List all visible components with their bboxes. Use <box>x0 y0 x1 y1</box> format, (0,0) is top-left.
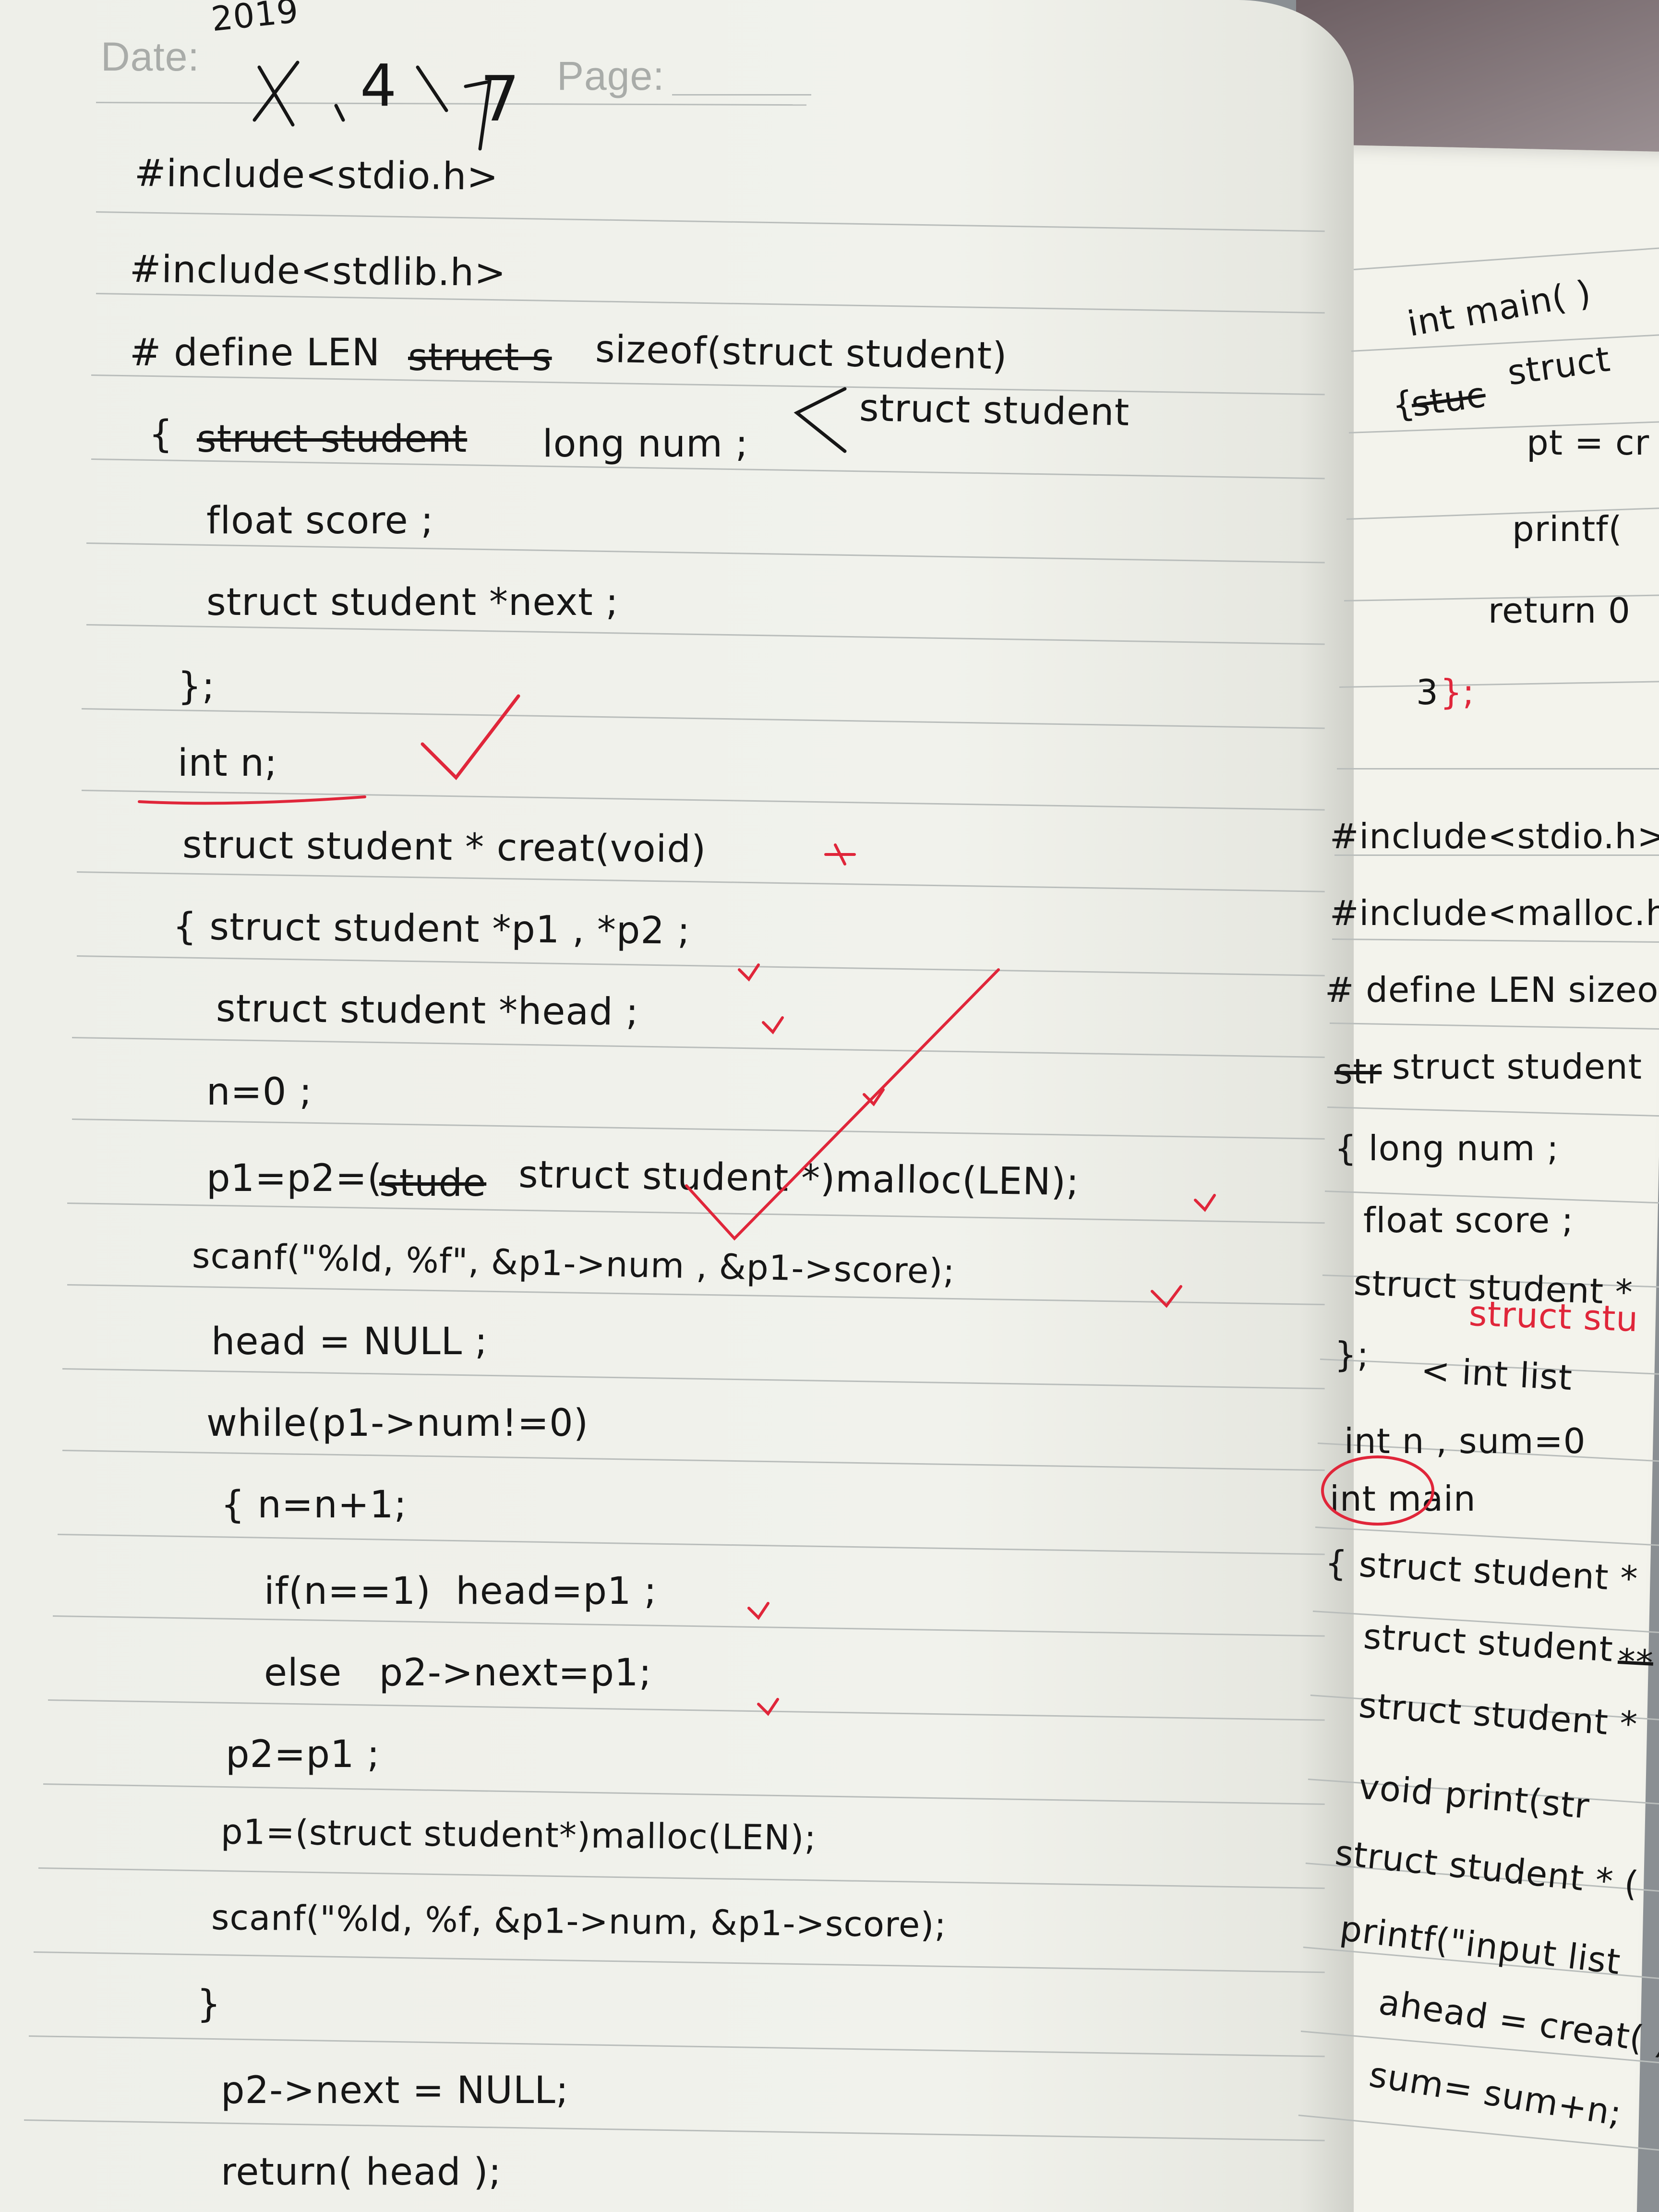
code-line: while(p1->num!=0) <box>206 1402 589 1445</box>
code-line: #include<stdio.h> <box>134 152 499 199</box>
code-line: int n; <box>178 742 278 785</box>
code-line: printf( <box>1512 509 1623 549</box>
struck-text: str <box>1334 1051 1382 1092</box>
code-line: struct student * creat(void) <box>182 823 707 871</box>
code-line: float score ; <box>206 499 434 542</box>
code-line: n=0 ; <box>206 1070 313 1114</box>
code-line: { struct student *p1 , *p2 ; <box>172 905 691 953</box>
code-line: long num ; <box>542 422 749 466</box>
code-line: else p2->next=p1; <box>264 1651 652 1695</box>
struck-text: stude <box>379 1162 487 1205</box>
code-line: #include<stdio.h> <box>1330 816 1659 856</box>
notebook-photo: Date: Page: 2019 4 7 #include<stdio.h> #… <box>0 0 1659 2212</box>
red-circle <box>1321 1455 1434 1526</box>
code-line: sizeof(struct student) <box>595 327 1008 378</box>
date-label: Date: <box>101 34 200 79</box>
code-line: return( head ); <box>221 2151 502 2194</box>
code-line: pt = cr <box>1527 422 1650 463</box>
red-correction: }; <box>1440 672 1475 712</box>
code-line: p1=p2=( <box>206 1157 383 1200</box>
code-line: struct student *head ; <box>216 987 639 1034</box>
code-line: } <box>197 1983 221 2026</box>
red-underline <box>138 795 366 805</box>
code-line: if(n==1) head=p1 ; <box>264 1570 657 1613</box>
struck-text: struct student <box>197 418 468 461</box>
red-correction: struct stu <box>1468 1293 1639 1340</box>
code-line: struct student *next ; <box>206 581 619 624</box>
code-line: #include<malloc.h> <box>1330 893 1659 933</box>
struck-text: ** <box>1616 1641 1655 1683</box>
code-line: struct student <box>859 386 1130 434</box>
code-line: scanf("%ld, %f, &p1->num, &p1->score); <box>211 1897 947 1946</box>
red-checkmark <box>421 694 520 781</box>
code-line: { long num ; <box>1334 1128 1559 1168</box>
code-line: { <box>149 413 173 456</box>
struck-text: struct s <box>408 336 552 379</box>
code-line: struct student <box>1392 1046 1642 1087</box>
code-line: p2->next = NULL; <box>221 2069 569 2112</box>
code-line: # define LEN sizeof <box>1325 970 1659 1010</box>
code-line: p1=(struct student*)malloc(LEN); <box>220 1811 817 1858</box>
code-line: #include<stdlib.h> <box>129 247 506 295</box>
code-line: 3 <box>1416 672 1439 712</box>
code-line: < int list <box>1420 1349 1574 1398</box>
page-number-line <box>672 94 811 96</box>
code-line: }; <box>1334 1334 1370 1375</box>
code-line: p2=p1 ; <box>226 1733 380 1776</box>
code-line: float score ; <box>1363 1200 1574 1240</box>
insert-caret-mark <box>793 387 847 453</box>
code-line: return 0 <box>1488 590 1631 631</box>
page-label: Page: <box>557 53 665 98</box>
red-review-ticks <box>738 843 1216 1716</box>
code-line: }; <box>178 665 215 708</box>
code-line: { n=n+1; <box>221 1483 407 1527</box>
code-line: head = NULL ; <box>211 1320 488 1363</box>
code-line: # define LEN <box>130 331 381 374</box>
date-separator-marks <box>252 60 492 151</box>
